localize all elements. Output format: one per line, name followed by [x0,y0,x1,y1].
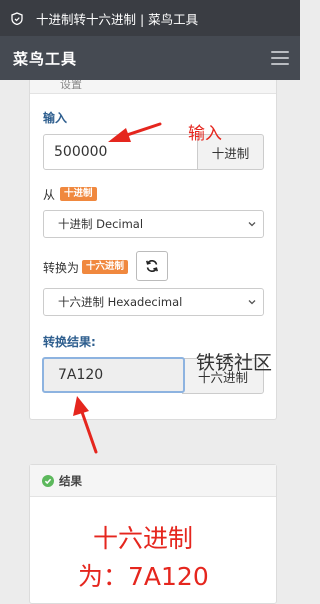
arrow-to-input [108,122,162,142]
annotation-arrows [73,122,162,454]
arrow-to-result [73,396,98,454]
